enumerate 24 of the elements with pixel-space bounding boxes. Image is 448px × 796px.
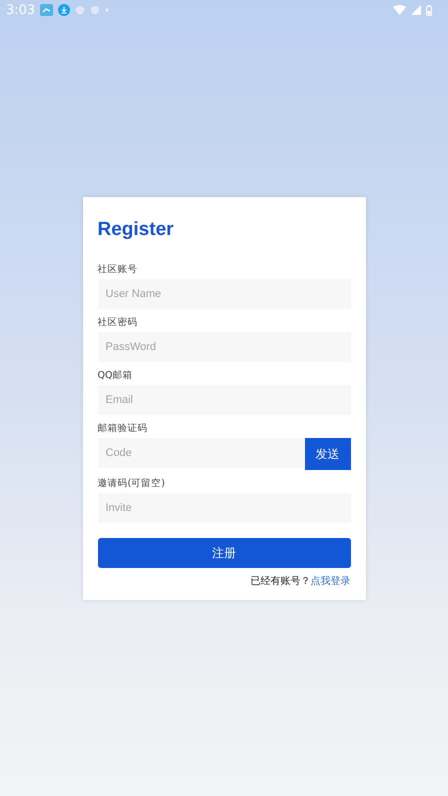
input-field[interactable]: Invite: [98, 493, 350, 523]
status-time: 3:03: [6, 2, 36, 18]
input-field[interactable]: Code: [98, 438, 304, 468]
dot-icon: [105, 8, 110, 12]
field-label: 邀请码(可留空): [98, 477, 165, 490]
app-icon: [40, 4, 54, 16]
footer-text: 已经有账号？: [250, 574, 310, 588]
field-label: 社区账号: [98, 263, 138, 276]
form-title: Register: [98, 219, 175, 241]
send-button[interactable]: 发送: [304, 438, 350, 470]
login-link[interactable]: 点我登录: [310, 574, 350, 588]
field-label: 社区密码: [98, 316, 138, 329]
input-field[interactable]: User Name: [98, 279, 350, 309]
download-icon: [58, 4, 70, 16]
input-field[interactable]: PassWord: [98, 332, 350, 362]
signal-icon: [411, 5, 421, 15]
register-button[interactable]: 注册: [98, 538, 350, 568]
field-label: QQ邮箱: [98, 369, 132, 382]
shield-icon: [90, 5, 100, 15]
field-label: 邮箱验证码: [98, 422, 148, 435]
wifi-icon: [393, 5, 406, 15]
battery-icon: [426, 4, 432, 16]
shield-icon: [75, 5, 86, 15]
input-field[interactable]: Email: [98, 385, 350, 415]
